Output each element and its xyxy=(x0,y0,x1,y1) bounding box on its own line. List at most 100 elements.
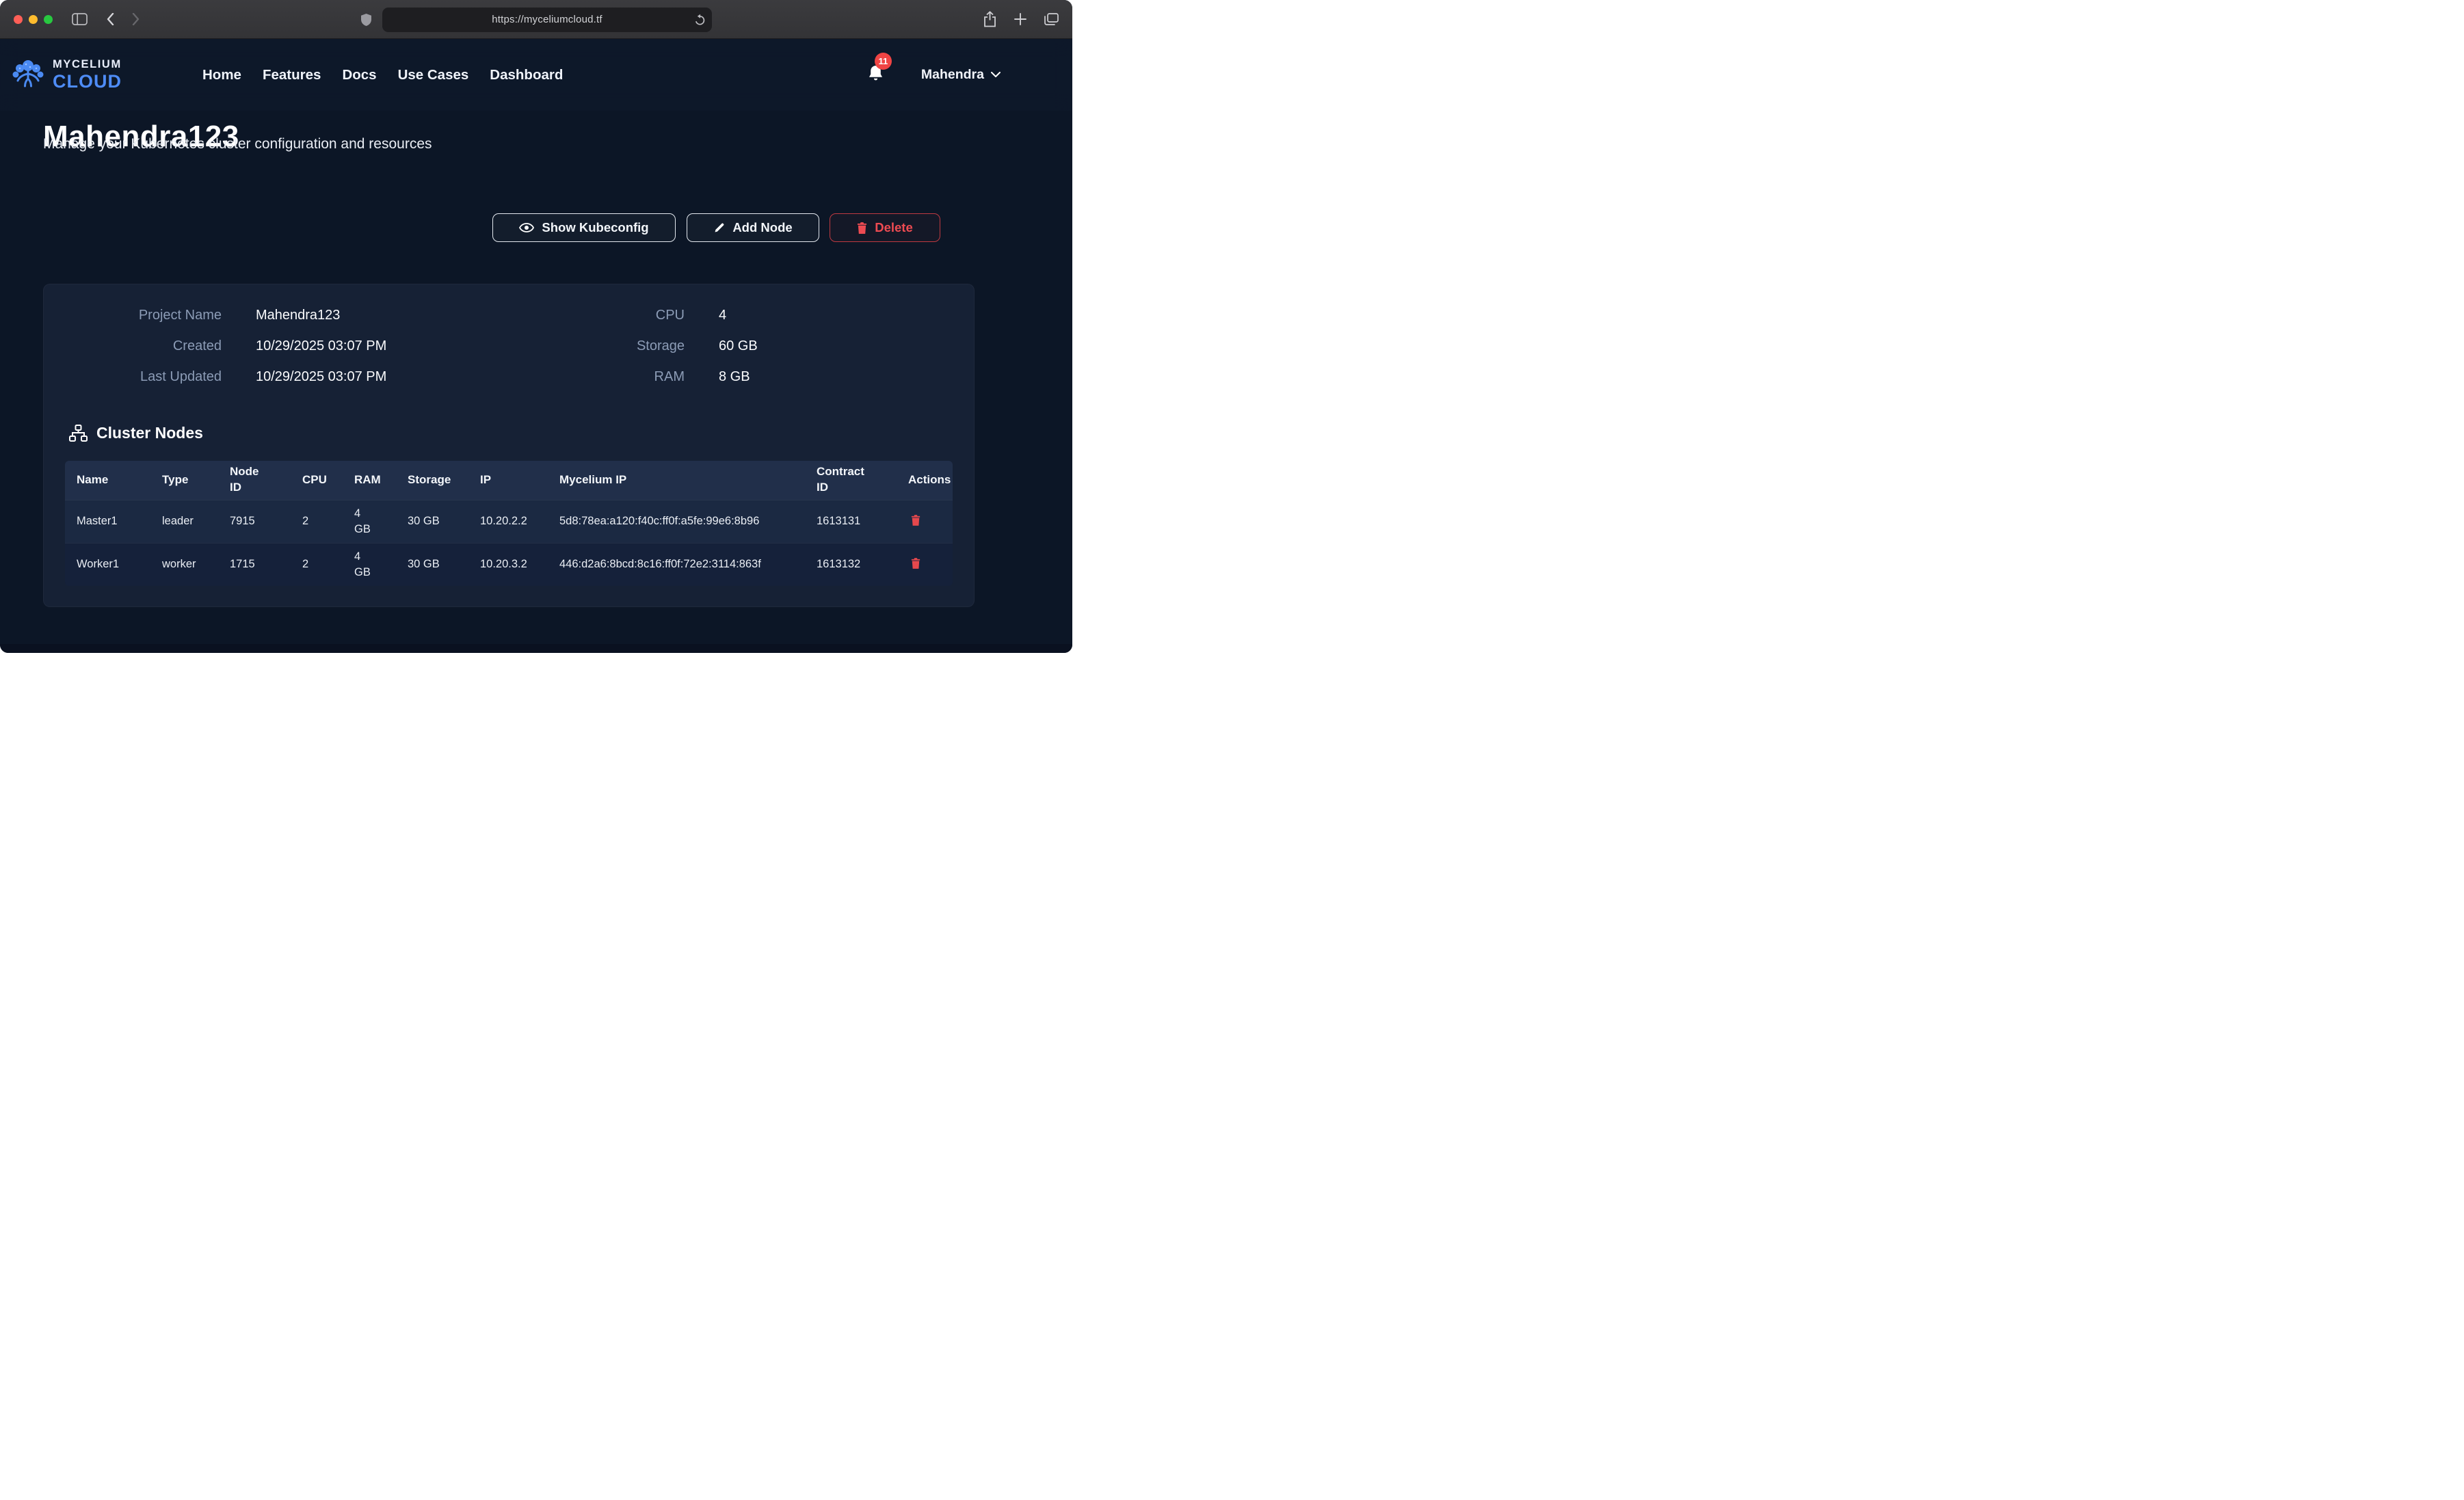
cell-ip: 10.20.3.2 xyxy=(468,543,548,586)
page-subtitle: Manage your Kubernetes cluster configura… xyxy=(43,136,432,152)
detail-value: Mahendra123 xyxy=(256,308,340,323)
cell-ip: 10.20.2.2 xyxy=(468,500,548,543)
eye-icon xyxy=(519,222,534,233)
browser-chrome: https://myceliumcloud.tf xyxy=(0,0,1072,39)
cell-mycelium-ip: 5d8:78ea:a120:f40c:ff0f:a5fe:99e6:8b96 xyxy=(548,500,805,543)
show-kubeconfig-label: Show Kubeconfig xyxy=(542,220,648,235)
user-name: Mahendra xyxy=(921,67,984,83)
cluster-nodes-title: Cluster Nodes xyxy=(96,424,203,442)
detail-row: Project Name Mahendra123 xyxy=(44,300,495,331)
minimize-window-button[interactable] xyxy=(29,15,38,24)
detail-label: Project Name xyxy=(44,308,222,323)
logo-line1: MYCELIUM xyxy=(53,59,122,70)
nav-item-docs[interactable]: Docs xyxy=(342,67,376,83)
pencil-icon xyxy=(713,222,725,234)
cell-storage: 30 GB xyxy=(396,543,468,586)
cell-name: Master1 xyxy=(65,500,150,543)
column-header-name: Name xyxy=(65,461,150,500)
user-menu[interactable]: Mahendra xyxy=(921,67,1001,83)
logo-icon xyxy=(10,59,46,91)
column-header-cpu: CPU xyxy=(291,461,343,500)
column-header-storage: Storage xyxy=(396,461,468,500)
close-window-button[interactable] xyxy=(14,15,23,24)
cell-mycelium-ip: 446:d2a6:8bcd:8c16:ff0f:72e2:3114:863f xyxy=(548,543,805,586)
cell-contract-id: 1613131 xyxy=(805,500,897,543)
browser-window: https://myceliumcloud.tf Mahendra123 Man… xyxy=(0,0,1072,653)
cell-actions xyxy=(897,500,953,543)
reload-icon xyxy=(695,14,705,26)
nav-item-home[interactable]: Home xyxy=(202,67,241,83)
forward-button[interactable] xyxy=(132,13,140,25)
cell-name: Worker1 xyxy=(65,543,150,586)
zoom-window-button[interactable] xyxy=(44,15,53,24)
shield-icon[interactable] xyxy=(360,13,372,27)
cluster-nodes-header: Cluster Nodes xyxy=(69,424,974,442)
detail-label: RAM xyxy=(495,369,685,385)
logo-line2: CLOUD xyxy=(53,72,122,91)
url-bar[interactable]: https://myceliumcloud.tf xyxy=(382,8,712,32)
cluster-details-card: Project Name Mahendra123 Created 10/29/2025… xyxy=(43,284,975,607)
delete-node-button[interactable] xyxy=(908,557,923,570)
cell-storage: 30 GB xyxy=(396,500,468,543)
column-header-type: Type xyxy=(150,461,218,500)
reload-button[interactable] xyxy=(695,14,705,29)
sidebar-toggle-button[interactable] xyxy=(72,13,88,25)
sidebar-icon xyxy=(72,13,88,25)
details-right-column: CPU 4 Storage 60 GB RAM 8 GB xyxy=(495,300,758,392)
cell-cpu: 2 xyxy=(291,500,343,543)
back-button[interactable] xyxy=(107,13,114,25)
detail-value: 10/29/2025 03:07 PM xyxy=(256,338,386,354)
share-button[interactable] xyxy=(983,11,996,27)
notification-badge: 11 xyxy=(875,53,892,70)
detail-row: CPU 4 xyxy=(495,300,758,331)
chevron-down-icon xyxy=(991,72,1001,78)
details-left-column: Project Name Mahendra123 Created 10/29/2025… xyxy=(44,300,495,392)
detail-label: Storage xyxy=(495,338,685,354)
nav-item-dashboard[interactable]: Dashboard xyxy=(490,67,563,83)
cell-type: leader xyxy=(150,500,218,543)
new-tab-button[interactable] xyxy=(1014,13,1026,25)
notifications-button[interactable]: 11 xyxy=(867,64,884,86)
detail-value: 10/29/2025 03:07 PM xyxy=(256,369,386,385)
table-row: Worker1worker171524 GB30 GB10.20.3.2446:… xyxy=(65,543,953,586)
logo[interactable]: MYCELIUM CLOUD xyxy=(10,59,122,91)
detail-row: RAM 8 GB xyxy=(495,362,758,392)
show-kubeconfig-button[interactable]: Show Kubeconfig xyxy=(492,213,676,242)
detail-value: 60 GB xyxy=(719,338,758,354)
cluster-nodes-icon xyxy=(69,425,88,442)
cell-cpu: 2 xyxy=(291,543,343,586)
delete-cluster-button[interactable]: Delete xyxy=(830,213,940,242)
nav-links: Home Features Docs Use Cases Dashboard xyxy=(202,67,563,83)
new-tab-icon xyxy=(1014,13,1026,25)
forward-icon xyxy=(132,13,140,25)
cluster-nodes-table: NameTypeNode IDCPURAMStorageIPMycelium I… xyxy=(65,461,953,586)
column-header-mycelium-ip: Mycelium IP xyxy=(548,461,805,500)
cell-type: worker xyxy=(150,543,218,586)
nav-item-use-cases[interactable]: Use Cases xyxy=(398,67,469,83)
cell-node-id: 1715 xyxy=(218,543,291,586)
detail-row: Created 10/29/2025 03:07 PM xyxy=(44,331,495,362)
detail-row: Last Updated10/29/2025 03:07 PM xyxy=(44,362,495,392)
add-node-label: Add Node xyxy=(732,220,792,235)
footer-band xyxy=(0,644,1072,653)
cell-contract-id: 1613132 xyxy=(805,543,897,586)
delete-label: Delete xyxy=(875,220,913,235)
cell-node-id: 7915 xyxy=(218,500,291,543)
detail-label: CPU xyxy=(495,308,685,323)
nav-item-features[interactable]: Features xyxy=(263,67,321,83)
share-icon xyxy=(983,11,996,27)
back-icon xyxy=(107,13,114,25)
logo-text: MYCELIUM CLOUD xyxy=(53,59,122,91)
detail-row: Storage 60 GB xyxy=(495,331,758,362)
delete-node-button[interactable] xyxy=(908,513,923,527)
table-header-row: NameTypeNode IDCPURAMStorageIPMycelium I… xyxy=(65,461,953,500)
trash-icon xyxy=(911,515,920,526)
detail-label: Created xyxy=(44,338,222,354)
detail-value: 4 xyxy=(719,308,726,323)
cell-ram: 4 GB xyxy=(343,543,396,586)
column-header-ip: IP xyxy=(468,461,548,500)
add-node-button[interactable]: Add Node xyxy=(687,213,819,242)
tab-overview-button[interactable] xyxy=(1044,13,1059,25)
detail-value: 8 GB xyxy=(719,369,750,385)
column-header-contract-id: Contract ID xyxy=(805,461,897,500)
